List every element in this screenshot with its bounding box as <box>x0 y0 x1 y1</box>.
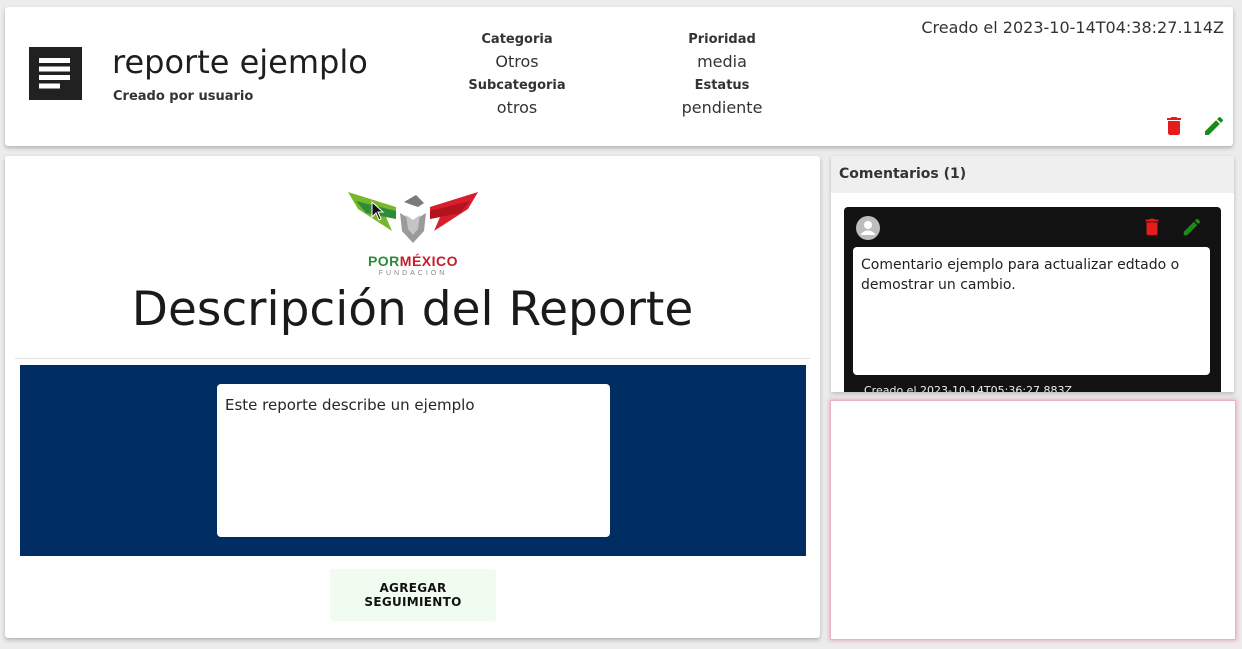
delete-icon[interactable] <box>1162 114 1186 138</box>
comment-created-at: Creado el 2023-10-14T05:36:27.883Z <box>864 384 1073 392</box>
add-follow-up-button[interactable]: AGREGAR SEGUIMIENTO <box>330 569 496 621</box>
report-title: reporte ejemplo <box>112 43 368 81</box>
report-header-card: reporte ejemplo Creado por usuario Categ… <box>5 7 1233 146</box>
logo-word-mexico: MÉXICO <box>399 253 459 269</box>
logo-wordmark: PORMÉXICO <box>346 253 480 269</box>
estatus-value: pendiente <box>681 98 763 117</box>
report-created-at: Creado el 2023-10-14T04:38:27.114Z <box>921 18 1224 37</box>
prioridad-label: Prioridad <box>688 32 756 47</box>
comment-text: Comentario ejemplo para actualizar edtad… <box>853 247 1210 375</box>
avatar-icon <box>856 216 880 240</box>
prioridad-value: media <box>697 52 747 71</box>
subcategoria-label: Subcategoria <box>468 78 566 93</box>
estatus-label: Estatus <box>694 78 750 93</box>
description-panel: Este reporte describe un ejemplo <box>20 365 806 556</box>
comments-card: Comentarios (1) Comentario ejemplo para … <box>831 156 1234 392</box>
report-creator: Creado por usuario <box>113 89 254 104</box>
description-title: Descripción del Reporte <box>131 282 694 337</box>
divider <box>15 358 810 359</box>
comment-edit-icon[interactable] <box>1181 216 1203 238</box>
comments-header: Comentarios (1) <box>831 156 1234 193</box>
empty-panel <box>830 400 1236 640</box>
description-text: Este reporte describe un ejemplo <box>217 384 610 537</box>
document-icon <box>29 47 82 100</box>
categoria-value: Otros <box>495 52 539 71</box>
edit-icon[interactable] <box>1202 114 1226 138</box>
comment-delete-icon[interactable] <box>1141 216 1163 238</box>
report-description-card: PORMÉXICO FUNDACIÓN Descripción del Repo… <box>5 156 820 638</box>
por-mexico-logo: PORMÉXICO FUNDACIÓN <box>346 187 480 282</box>
logo-word-por: POR <box>367 253 400 269</box>
logo-word-fundacion: FUNDACIÓN <box>378 270 448 277</box>
categoria-label: Categoria <box>481 32 553 47</box>
meta-column-category: Categoria Otros Subcategoria otros <box>437 31 597 123</box>
meta-column-priority: Prioridad media Estatus pendiente <box>642 31 802 123</box>
mouse-cursor-icon <box>371 201 385 221</box>
subcategoria-value: otros <box>496 98 538 117</box>
comment-item: Comentario ejemplo para actualizar edtad… <box>844 207 1221 392</box>
